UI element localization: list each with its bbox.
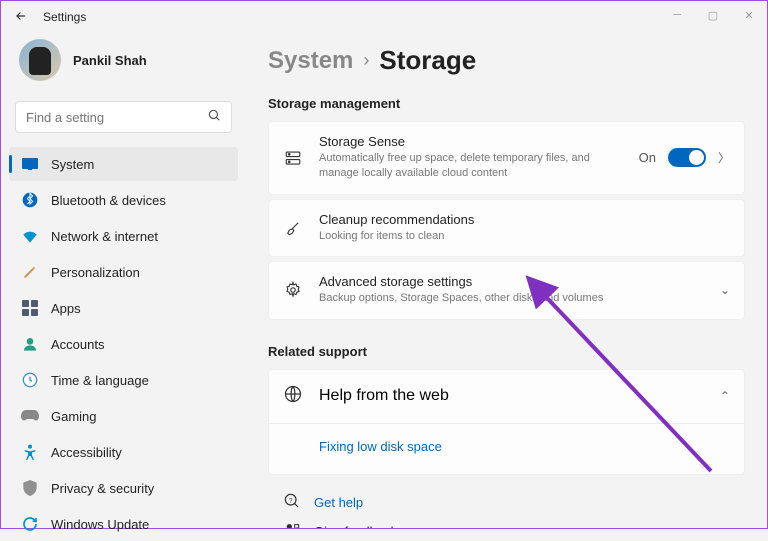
nav-time[interactable]: Time & language <box>9 363 238 397</box>
search-icon <box>207 108 221 127</box>
feedback-icon <box>284 522 300 528</box>
network-icon <box>21 227 39 245</box>
nav-list: System Bluetooth & devices Network & int… <box>9 147 238 541</box>
nav-accounts[interactable]: Accounts <box>9 327 238 361</box>
accounts-icon <box>21 335 39 353</box>
nav-apps[interactable]: Apps <box>9 291 238 325</box>
user-name: Pankil Shah <box>73 53 147 68</box>
nav-accessibility[interactable]: Accessibility <box>9 435 238 469</box>
card-storage-sense[interactable]: Storage Sense Automatically free up spac… <box>268 121 745 195</box>
card-title: Advanced storage settings <box>319 274 704 289</box>
back-button[interactable] <box>9 9 33 26</box>
apps-icon <box>21 299 39 317</box>
globe-icon <box>283 384 303 409</box>
gear-icon <box>283 281 303 299</box>
system-icon <box>21 155 39 173</box>
nav-personalization[interactable]: Personalization <box>9 255 238 289</box>
window-title: Settings <box>43 10 86 24</box>
card-desc: Looking for items to clean <box>319 229 730 244</box>
link-fixing-low-disk-space[interactable]: Fixing low disk space <box>319 439 442 454</box>
card-help-from-web: Help from the web ⌃ Fixing low disk spac… <box>268 369 745 475</box>
card-title: Cleanup recommendations <box>319 212 730 227</box>
maximize-button[interactable]: ▢ <box>695 1 731 29</box>
accessibility-icon <box>21 443 39 461</box>
breadcrumb-current: Storage <box>379 45 476 76</box>
nav-privacy[interactable]: Privacy & security <box>9 471 238 505</box>
nav-gaming[interactable]: Gaming <box>9 399 238 433</box>
user-profile[interactable]: Pankil Shah <box>9 33 238 97</box>
chevron-down-icon: ⌄ <box>720 283 730 297</box>
storage-sense-icon <box>283 149 303 167</box>
card-title: Storage Sense <box>319 134 623 149</box>
card-advanced-storage[interactable]: Advanced storage settings Backup options… <box>268 261 745 319</box>
breadcrumb-parent[interactable]: System <box>268 47 353 75</box>
section-storage-management: Storage management <box>268 96 745 111</box>
nav-network[interactable]: Network & internet <box>9 219 238 253</box>
help-header[interactable]: Help from the web ⌃ <box>269 370 744 423</box>
card-cleanup[interactable]: Cleanup recommendations Looking for item… <box>268 199 745 257</box>
card-desc: Automatically free up space, delete temp… <box>319 151 623 182</box>
card-title: Help from the web <box>319 387 704 405</box>
svg-text:?: ? <box>289 497 293 504</box>
bluetooth-icon <box>21 191 39 209</box>
storage-sense-toggle[interactable] <box>668 148 706 167</box>
privacy-icon <box>21 479 39 497</box>
help-icon: ? <box>284 493 300 512</box>
cleanup-icon <box>283 219 303 237</box>
main-content: System › Storage Storage management Stor… <box>246 33 767 528</box>
minimize-button[interactable]: ─ <box>659 1 695 29</box>
give-feedback-link[interactable]: Give feedback <box>284 522 745 528</box>
search-box[interactable] <box>15 101 232 133</box>
gaming-icon <box>21 407 39 425</box>
sidebar: Pankil Shah System Bluetooth & devices N… <box>1 33 246 528</box>
window-controls: ─ ▢ ✕ <box>659 1 767 29</box>
update-icon <box>21 515 39 533</box>
search-input[interactable] <box>26 110 207 125</box>
time-icon <box>21 371 39 389</box>
breadcrumb-separator: › <box>363 50 369 71</box>
avatar <box>19 39 61 81</box>
section-related-support: Related support <box>268 344 745 359</box>
chevron-up-icon: ⌃ <box>720 389 730 403</box>
nav-system[interactable]: System <box>9 147 238 181</box>
toggle-state-label: On <box>639 150 656 165</box>
nav-update[interactable]: Windows Update <box>9 507 238 541</box>
personalization-icon <box>21 263 39 281</box>
get-help-link[interactable]: ? Get help <box>284 493 745 512</box>
breadcrumb: System › Storage <box>268 45 745 76</box>
titlebar: Settings ─ ▢ ✕ <box>1 1 767 33</box>
nav-bluetooth[interactable]: Bluetooth & devices <box>9 183 238 217</box>
close-button[interactable]: ✕ <box>731 1 767 29</box>
chevron-right-icon: 〉 <box>718 149 730 166</box>
card-desc: Backup options, Storage Spaces, other di… <box>319 291 704 306</box>
